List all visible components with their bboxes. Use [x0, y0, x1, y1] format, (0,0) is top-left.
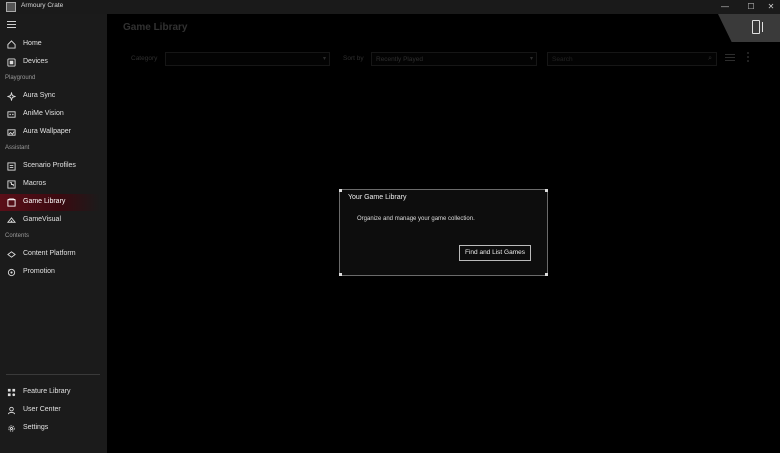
home-icon	[7, 40, 16, 49]
app-logo-icon	[6, 2, 16, 12]
wallpaper-icon	[7, 129, 16, 136]
user-center-icon	[7, 406, 16, 415]
sort-label: Sort by	[343, 55, 364, 62]
game-library-icon	[7, 198, 16, 207]
sidebar-divider	[6, 374, 100, 375]
dialog-corner-accent	[339, 273, 342, 276]
sidebar-item-label: Macros	[23, 180, 46, 187]
sidebar-item-feature-library[interactable]: Feature Library	[0, 384, 100, 401]
promotion-icon	[7, 268, 16, 277]
sidebar-item-label: Scenario Profiles	[23, 162, 76, 169]
chevron-down-icon: ▾	[322, 56, 326, 62]
dialog-message: Organize and manage your game collection…	[357, 216, 475, 222]
macros-icon	[7, 180, 16, 189]
category-label: Category	[131, 55, 158, 62]
sidebar-item-label: AniMe Vision	[23, 110, 64, 117]
sidebar-item-label: Devices	[23, 58, 48, 65]
dialog-corner-accent	[339, 189, 342, 192]
sidebar-item-aura-wallpaper[interactable]: Aura Wallpaper	[0, 124, 100, 141]
sidebar-item-settings[interactable]: Settings	[0, 420, 100, 437]
dialog-corner-accent	[545, 273, 548, 276]
search-input[interactable]: Search ⌕	[547, 52, 717, 66]
search-placeholder: Search	[552, 56, 573, 63]
section-label-playground: Playground	[5, 75, 36, 81]
find-and-list-games-button[interactable]: Find and List Games	[459, 245, 531, 261]
gamevisual-icon	[7, 217, 16, 223]
sidebar-item-game-library[interactable]: Game Library	[0, 194, 100, 211]
sidebar-item-label: User Center	[23, 406, 61, 413]
hamburger-menu-icon[interactable]	[7, 21, 16, 28]
aura-sync-icon	[7, 92, 16, 101]
sidebar-item-home[interactable]: Home	[0, 36, 100, 53]
phone-bar	[762, 22, 763, 32]
phone-icon	[752, 20, 760, 34]
sidebar-item-label: GameVisual	[23, 216, 62, 223]
game-library-dialog: Your Game Library Organize and manage yo…	[339, 189, 548, 276]
window-title: Armoury Crate	[21, 2, 64, 9]
sort-select[interactable]: Recently Played ▾	[371, 52, 537, 66]
sidebar-item-user-center[interactable]: User Center	[0, 402, 100, 419]
sidebar-item-label: Game Library	[23, 198, 66, 205]
sidebar-item-anime-vision[interactable]: AniMe Vision	[0, 106, 100, 123]
sidebar-item-label: Feature Library	[23, 388, 71, 395]
sidebar-item-content-platform[interactable]: Content Platform	[0, 246, 100, 263]
content-platform-icon	[7, 251, 16, 258]
title-bar: Armoury Crate — ☐ ✕	[0, 0, 780, 14]
search-icon: ⌕	[708, 55, 712, 62]
list-view-icon[interactable]	[725, 54, 735, 63]
sidebar-item-label: Content Platform	[23, 250, 76, 257]
dialog-corner-accent	[545, 189, 548, 192]
sidebar-item-gamevisual[interactable]: GameVisual	[0, 212, 100, 229]
close-button[interactable]: ✕	[758, 0, 780, 14]
sidebar-item-label: Aura Sync	[23, 92, 56, 99]
section-label-assistant: Assistant	[5, 145, 30, 151]
sidebar-item-devices[interactable]: Devices	[0, 54, 100, 71]
sidebar-item-macros[interactable]: Macros	[0, 176, 100, 193]
devices-icon	[7, 58, 16, 67]
scenario-icon	[7, 162, 16, 171]
sidebar-item-scenario-profiles[interactable]: Scenario Profiles	[0, 158, 100, 175]
sidebar: Home Devices Playground Aura Sync AniMe …	[0, 14, 107, 453]
settings-icon	[8, 425, 15, 432]
anime-vision-icon	[7, 111, 16, 118]
sidebar-item-aura-sync[interactable]: Aura Sync	[0, 88, 100, 105]
sidebar-item-promotion[interactable]: Promotion	[0, 264, 100, 281]
chevron-down-icon: ▾	[529, 56, 533, 62]
sidebar-item-label: Promotion	[23, 268, 55, 275]
category-select[interactable]: ▾	[165, 52, 330, 66]
feature-library-icon	[7, 388, 16, 397]
more-options-icon[interactable]	[747, 52, 751, 64]
sort-value: Recently Played	[376, 56, 423, 63]
sidebar-item-label: Aura Wallpaper	[23, 128, 71, 135]
section-label-contents: Contents	[5, 233, 30, 239]
page-title: Game Library	[123, 22, 188, 33]
dialog-title: Your Game Library	[348, 194, 407, 201]
minimize-button[interactable]: —	[712, 0, 738, 14]
sidebar-item-label: Settings	[23, 424, 49, 431]
sidebar-item-label: Home	[23, 40, 42, 47]
